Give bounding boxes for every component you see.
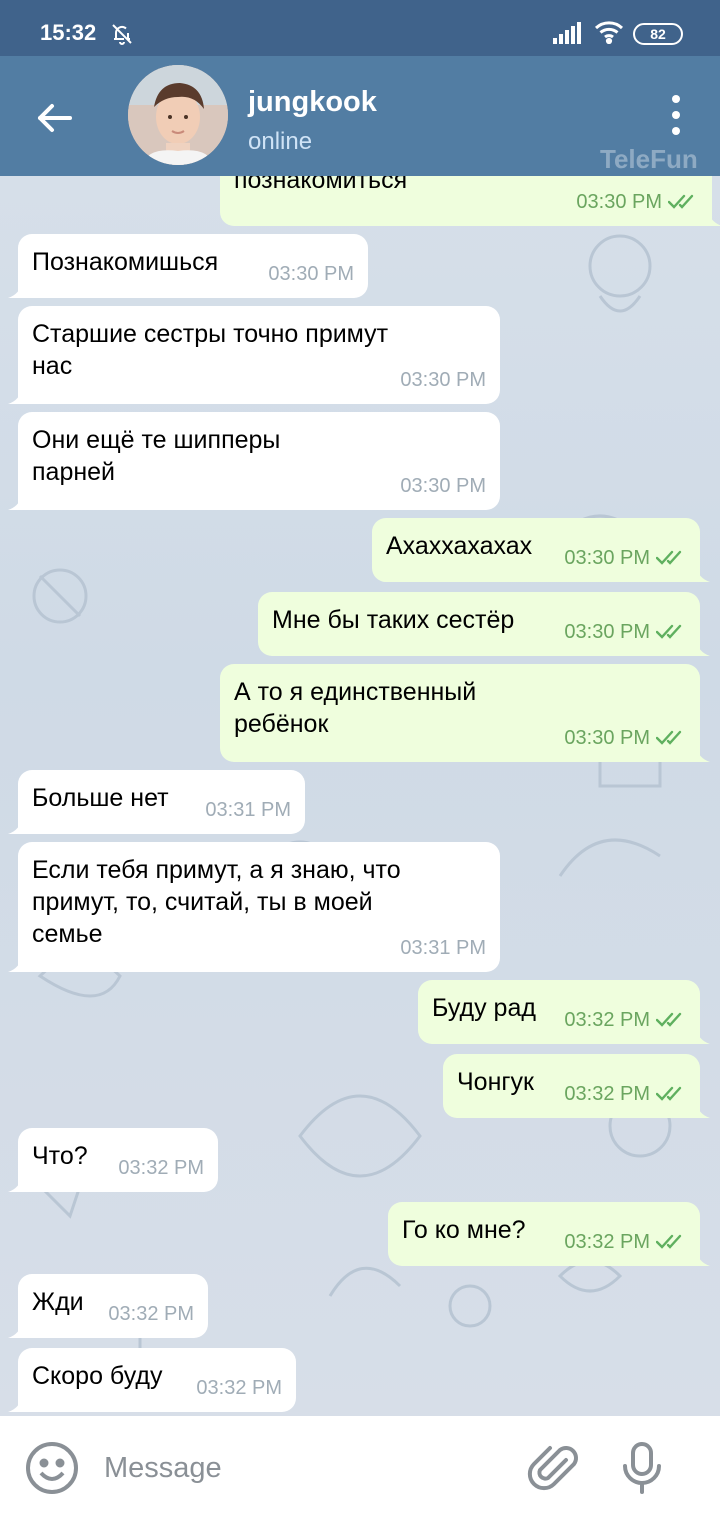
incoming-message[interactable]: Жди 03:32 PM xyxy=(8,1274,208,1338)
signal-icon xyxy=(553,22,581,44)
bubble-tail xyxy=(8,494,22,510)
message-meta: 03:32 PM xyxy=(196,1372,282,1404)
message-time: 03:32 PM xyxy=(196,1377,282,1399)
chat-header: jungkook online TeleFun xyxy=(0,56,720,176)
message-meta: 03:31 PM xyxy=(205,794,291,826)
outgoing-message[interactable]: Чонгук 03:32 PM xyxy=(443,1054,710,1118)
outgoing-message[interactable]: Ахаххахахах 03:30 PM xyxy=(372,518,710,582)
message-time: 03:30 PM xyxy=(564,621,650,643)
double-check-icon xyxy=(668,194,694,209)
message-meta: 03:32 PM xyxy=(564,1226,686,1258)
message-time: 03:32 PM xyxy=(118,1157,204,1179)
status-bar: 15:32 82 xyxy=(0,0,720,56)
message-time: 03:32 PM xyxy=(108,1303,194,1325)
message-time: 03:31 PM xyxy=(205,799,291,821)
incoming-message[interactable]: Скоро буду 03:32 PM xyxy=(8,1348,296,1412)
double-check-icon xyxy=(656,1012,682,1027)
avatar-photo xyxy=(128,65,228,165)
arrow-left-icon[interactable] xyxy=(30,94,78,142)
bubble-tail xyxy=(8,1176,22,1192)
outgoing-message[interactable]: познакомиться 03:30 PM xyxy=(220,176,720,226)
message-meta: 03:30 PM xyxy=(268,258,354,290)
paperclip-icon[interactable] xyxy=(526,1440,582,1496)
incoming-message[interactable]: Они ещё те шипперы парней 03:30 PM xyxy=(8,412,500,510)
incoming-message[interactable]: Если тебя примут, а я знаю, что примут, т… xyxy=(8,842,500,972)
message-meta: 03:30 PM xyxy=(400,470,486,502)
microphone-icon[interactable] xyxy=(614,1440,670,1496)
double-check-icon xyxy=(656,550,682,565)
incoming-message[interactable]: Познакомишься 03:30 PM xyxy=(8,234,368,298)
wifi-icon xyxy=(594,21,624,44)
bubble-tail xyxy=(696,640,710,656)
double-check-icon xyxy=(656,1234,682,1249)
contact-name[interactable]: jungkook xyxy=(248,86,377,119)
message-time: 03:32 PM xyxy=(564,1083,650,1105)
message-input-bar: Message xyxy=(0,1416,720,1520)
bubble-tail xyxy=(696,566,710,582)
bubble-tail xyxy=(708,210,720,226)
message-time: 03:32 PM xyxy=(564,1231,650,1253)
message-meta: 03:32 PM xyxy=(564,1004,686,1036)
incoming-message[interactable]: Что? 03:32 PM xyxy=(8,1128,218,1192)
bubble-tail xyxy=(696,1102,710,1118)
message-meta: 03:30 PM xyxy=(576,186,698,218)
chat-area[interactable]: познакомиться 03:30 PM Познакомишься 03:30 … xyxy=(0,176,720,1416)
outgoing-message[interactable]: Го ко мне? 03:32 PM xyxy=(388,1202,710,1266)
message-time: 03:30 PM xyxy=(400,369,486,391)
double-check-icon xyxy=(656,624,682,639)
message-time: 03:30 PM xyxy=(400,475,486,497)
incoming-message[interactable]: Больше нет 03:31 PM xyxy=(8,770,305,834)
message-time: 03:32 PM xyxy=(564,1009,650,1031)
message-time: 03:31 PM xyxy=(400,937,486,959)
message-time: 03:30 PM xyxy=(564,727,650,749)
bubble-tail xyxy=(8,282,22,298)
kebab-menu-icon[interactable] xyxy=(664,92,688,138)
bubble-tail xyxy=(696,746,710,762)
incoming-message[interactable]: Старшие сестры точно примут нас 03:30 PM xyxy=(8,306,500,404)
contact-status: online xyxy=(248,128,313,155)
message-meta: 03:32 PM xyxy=(108,1298,194,1330)
bubble-tail xyxy=(8,1322,22,1338)
message-meta: 03:31 PM xyxy=(400,932,486,964)
message-time: 03:30 PM xyxy=(268,263,354,285)
bubble-tail xyxy=(8,818,22,834)
outgoing-message[interactable]: А то я единственный ребёнок 03:30 PM xyxy=(220,664,710,762)
avatar[interactable] xyxy=(128,65,228,165)
double-check-icon xyxy=(656,730,682,745)
bubble-tail xyxy=(8,956,22,972)
message-time: 03:30 PM xyxy=(564,547,650,569)
message-meta: 03:30 PM xyxy=(564,542,686,574)
bubble-tail xyxy=(8,388,22,404)
watermark: TeleFun xyxy=(600,144,698,174)
battery-indicator: 82 xyxy=(633,23,683,45)
message-time: 03:30 PM xyxy=(576,191,662,213)
bubble-tail xyxy=(8,1396,22,1412)
double-check-icon xyxy=(656,1086,682,1101)
message-meta: 03:30 PM xyxy=(564,616,686,648)
message-meta: 03:32 PM xyxy=(118,1152,204,1184)
bubble-tail xyxy=(696,1028,710,1044)
smile-icon[interactable] xyxy=(24,1440,80,1496)
bell-off-icon xyxy=(112,24,132,45)
bubble-tail xyxy=(696,1250,710,1266)
status-time: 15:32 xyxy=(40,20,97,45)
message-meta: 03:30 PM xyxy=(564,722,686,754)
outgoing-message[interactable]: Мне бы таких сестёр 03:30 PM xyxy=(258,592,710,656)
message-input[interactable]: Message xyxy=(104,1452,222,1485)
message-meta: 03:32 PM xyxy=(564,1078,686,1110)
message-meta: 03:30 PM xyxy=(400,364,486,396)
outgoing-message[interactable]: Буду рад 03:32 PM xyxy=(418,980,710,1044)
